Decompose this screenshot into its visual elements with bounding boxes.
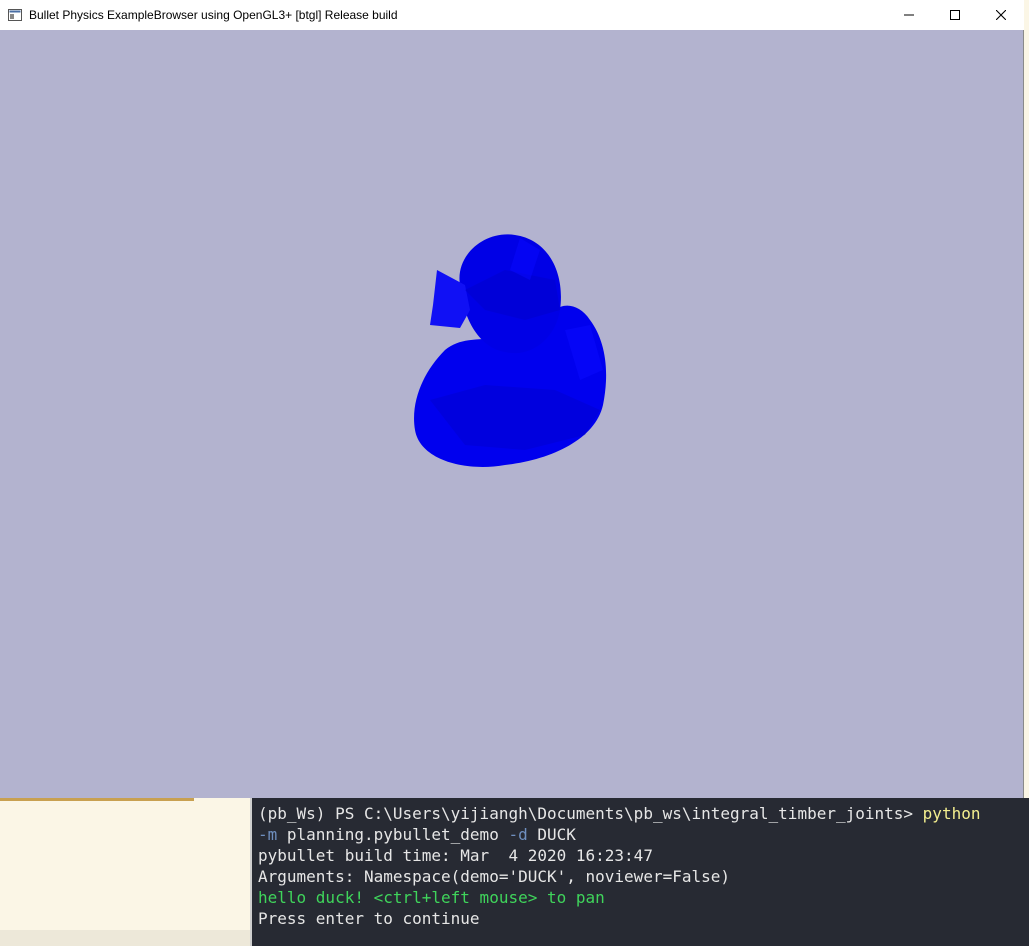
editor-pane: [0, 798, 250, 946]
close-icon: [996, 10, 1006, 20]
minimize-button[interactable]: [886, 0, 932, 30]
window-controls: [886, 0, 1024, 30]
maximize-icon: [950, 10, 960, 20]
terminal-flag-m: -m: [258, 825, 278, 844]
app-icon: [8, 9, 22, 21]
status-strip: [0, 930, 250, 946]
terminal-command-line-2: -m planning.pybullet_demo -d DUCK: [258, 824, 1029, 845]
window-title: Bullet Physics ExampleBrowser using Open…: [29, 8, 398, 22]
terminal-output-arguments: Arguments: Namespace(demo='DUCK', noview…: [258, 867, 731, 886]
terminal-panel[interactable]: (pb_Ws) PS C:\Users\yijiangh\Documents\p…: [250, 798, 1029, 946]
3d-viewport[interactable]: [0, 30, 1024, 798]
minimize-icon: [904, 14, 914, 16]
close-button[interactable]: [978, 0, 1024, 30]
physics-browser-window: Bullet Physics ExampleBrowser using Open…: [0, 0, 1024, 800]
duck-model[interactable]: [405, 210, 615, 470]
terminal-output-press-enter: Press enter to continue: [258, 909, 480, 928]
terminal-module: planning.pybullet_demo: [277, 825, 509, 844]
maximize-button[interactable]: [932, 0, 978, 30]
terminal-output-hello: hello duck! <ctrl+left mouse> to pan: [258, 888, 605, 907]
terminal-demo-arg: DUCK: [527, 825, 576, 844]
terminal-flag-d: -d: [508, 825, 528, 844]
terminal-command: python: [922, 804, 981, 823]
terminal-command-line-1: (pb_Ws) PS C:\Users\yijiangh\Documents\p…: [258, 803, 1029, 824]
title-bar[interactable]: Bullet Physics ExampleBrowser using Open…: [0, 0, 1024, 30]
terminal-output-build-time: pybullet build time: Mar 4 2020 16:23:47: [258, 846, 653, 865]
pane-accent-line: [0, 798, 194, 801]
terminal-prompt: (pb_Ws) PS C:\Users\yijiangh\Documents\p…: [258, 804, 923, 823]
